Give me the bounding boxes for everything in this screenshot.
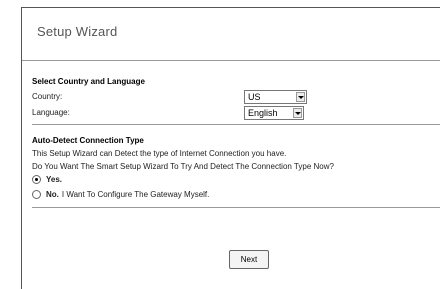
chevron-down-icon[interactable] — [293, 108, 302, 118]
language-select[interactable]: English — [244, 106, 304, 120]
radio-no[interactable] — [32, 190, 41, 199]
setup-wizard-panel: Setup Wizard Select Country and Language… — [21, 7, 440, 289]
country-label: Country: — [32, 92, 63, 101]
section-divider — [32, 207, 440, 208]
option-no[interactable]: No. I Want To Configure The Gateway Myse… — [32, 190, 209, 199]
auto-detect-question: Do You Want The Smart Setup Wizard To Tr… — [32, 162, 334, 171]
page-title: Setup Wizard — [37, 24, 118, 39]
chevron-down-icon[interactable] — [296, 92, 305, 102]
country-select[interactable]: US — [244, 90, 307, 104]
language-select-value: English — [248, 108, 278, 118]
country-select-value: US — [248, 92, 261, 102]
title-divider — [22, 60, 440, 61]
section-divider — [32, 124, 440, 125]
option-no-text: I Want To Configure The Gateway Myself. — [61, 190, 210, 199]
radio-yes[interactable] — [32, 175, 41, 184]
auto-detect-heading: Auto-Detect Connection Type — [32, 136, 144, 145]
language-label: Language: — [32, 108, 70, 117]
country-language-heading: Select Country and Language — [32, 77, 145, 86]
next-button[interactable]: Next — [229, 250, 269, 269]
auto-detect-description: This Setup Wizard can Detect the type of… — [32, 149, 287, 158]
option-yes[interactable]: Yes. — [32, 175, 65, 184]
option-yes-label: Yes. — [46, 175, 63, 184]
option-no-label: No. — [46, 190, 59, 199]
